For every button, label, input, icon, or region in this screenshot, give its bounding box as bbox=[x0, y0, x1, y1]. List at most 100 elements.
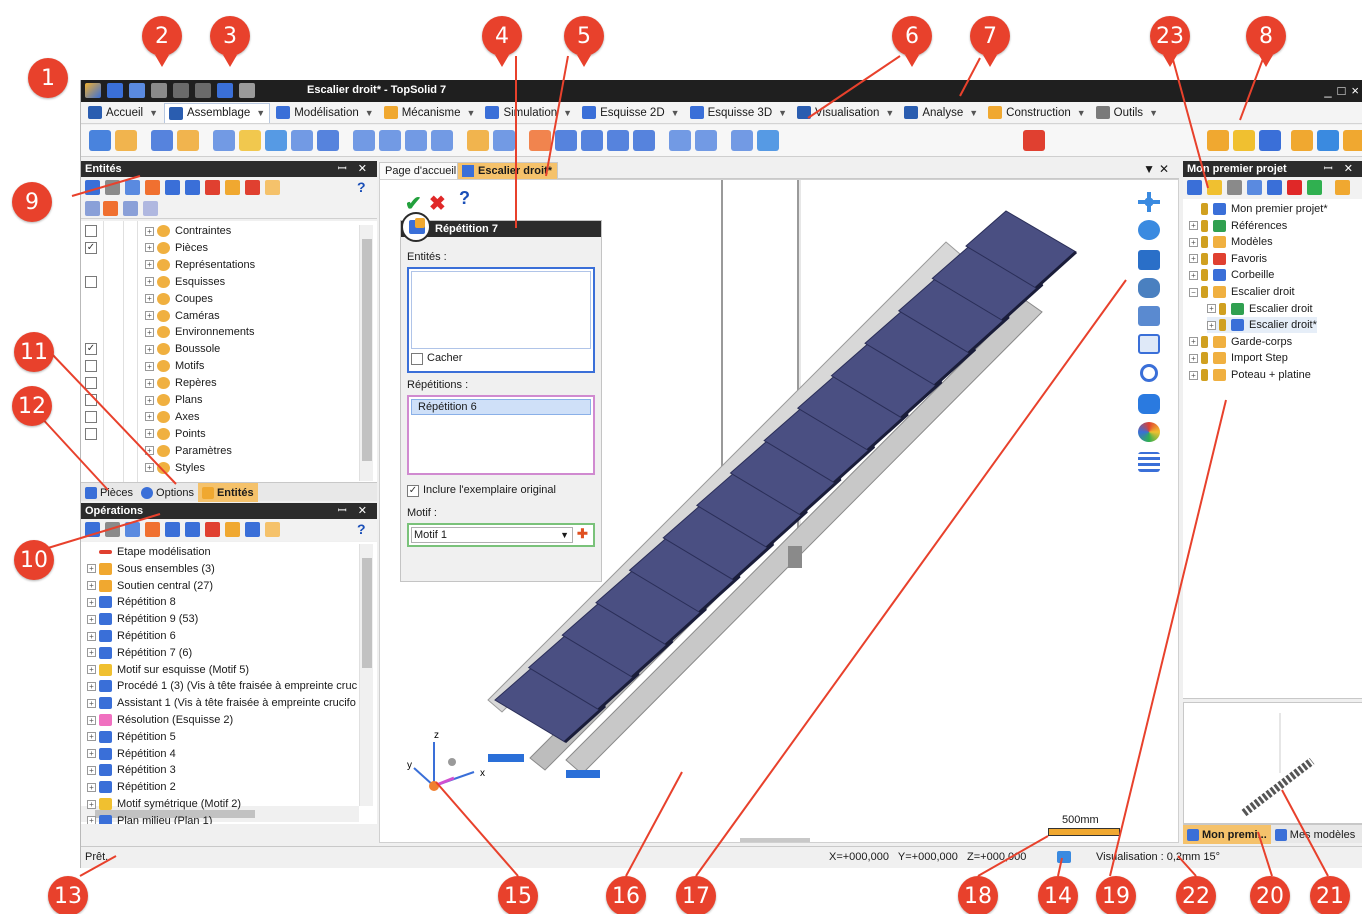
entity-tool-icon[interactable] bbox=[85, 180, 100, 195]
ribbon-tab-dropdown-icon[interactable]: ▼ bbox=[467, 108, 476, 118]
toolbar-tool-icon[interactable] bbox=[695, 130, 717, 151]
project-tree-item[interactable]: + Poteau + platine bbox=[1189, 367, 1311, 383]
entity-tool-icon[interactable] bbox=[265, 180, 280, 195]
expand-icon[interactable]: + bbox=[145, 294, 154, 304]
expand-icon[interactable]: + bbox=[87, 564, 96, 574]
proj-tool-icon[interactable] bbox=[1227, 180, 1242, 195]
entity-tool-icon[interactable] bbox=[185, 180, 200, 195]
toolbar-tool-icon[interactable] bbox=[731, 130, 753, 151]
panel-pin-close[interactable]: ꟷ ✕ bbox=[338, 503, 371, 519]
operation-item[interactable]: + Répétition 2 bbox=[87, 779, 176, 795]
refresh-icon[interactable] bbox=[239, 83, 255, 98]
toolbar-tool-icon[interactable] bbox=[1317, 130, 1339, 151]
columns-icon[interactable] bbox=[143, 201, 158, 216]
op-tool-icon[interactable] bbox=[165, 522, 180, 537]
visibility-checkbox[interactable]: ✓ bbox=[85, 241, 97, 254]
ribbon-tab-dropdown-icon[interactable]: ▼ bbox=[885, 108, 894, 118]
operation-item[interactable]: + Motif symétrique (Motif 2) bbox=[87, 796, 241, 812]
toolbar-tool-icon[interactable] bbox=[581, 130, 603, 151]
panel-pin-close[interactable]: ꟷ ✕ bbox=[338, 161, 371, 177]
expand-icon[interactable]: + bbox=[87, 765, 96, 775]
panel-pin-close[interactable]: ꟷ ✕ bbox=[1324, 161, 1357, 177]
entity-tree-item[interactable]: + Contraintes bbox=[145, 223, 231, 239]
entity-tree-item[interactable]: + Pièces bbox=[145, 240, 208, 256]
toolbar-tool-icon[interactable] bbox=[555, 130, 577, 151]
ribbon-tab-dropdown-icon[interactable]: ▼ bbox=[563, 108, 572, 118]
visibility-checkbox[interactable] bbox=[85, 360, 97, 373]
ribbon-tab-6[interactable]: Esquisse 3D ▼ bbox=[686, 103, 791, 123]
sort-icon[interactable] bbox=[245, 180, 260, 195]
entity-tree-item[interactable]: + Motifs bbox=[145, 358, 204, 374]
ribbon-tab-5[interactable]: Esquisse 2D ▼ bbox=[578, 103, 683, 123]
expand-icon[interactable]: + bbox=[1207, 304, 1216, 314]
layout-icon[interactable] bbox=[1138, 306, 1160, 326]
tab-list-close[interactable]: ▼✕ bbox=[1143, 162, 1173, 176]
minimize-button[interactable]: _ bbox=[1324, 83, 1331, 98]
toolbar-tool-icon[interactable] bbox=[633, 130, 655, 151]
project-tree-item[interactable]: + Garde-corps bbox=[1189, 334, 1292, 350]
ribbon-tab-dropdown-icon[interactable]: ▼ bbox=[1149, 108, 1158, 118]
layer-icon[interactable] bbox=[123, 201, 138, 216]
palette-icon[interactable] bbox=[103, 201, 118, 216]
expand-icon[interactable]: + bbox=[1189, 221, 1198, 231]
entities-selection-box[interactable]: Cacher bbox=[407, 267, 595, 373]
toolbar-tool-icon[interactable] bbox=[669, 130, 691, 151]
rotate-icon[interactable] bbox=[1138, 220, 1160, 240]
entity-tree-item[interactable]: + Coupes bbox=[145, 291, 213, 307]
expand-icon[interactable]: + bbox=[1189, 370, 1198, 380]
op-tool-icon[interactable] bbox=[125, 522, 140, 537]
pen-icon[interactable] bbox=[217, 83, 233, 98]
expand-icon[interactable]: + bbox=[87, 648, 96, 658]
tab-mon-premier-projet[interactable]: Mon premi... bbox=[1183, 825, 1271, 844]
project-tree-item[interactable]: + Escalier droit* bbox=[1207, 317, 1317, 334]
expand-icon[interactable]: + bbox=[87, 698, 96, 708]
expand-icon[interactable] bbox=[1189, 204, 1198, 214]
ribbon-tab-dropdown-icon[interactable]: ▼ bbox=[671, 108, 680, 118]
project-tree-item[interactable]: + Escalier droit bbox=[1207, 301, 1313, 317]
expand-icon[interactable]: + bbox=[145, 344, 154, 354]
toolbar-tool-icon[interactable] bbox=[493, 130, 515, 151]
entity-tree-item[interactable]: + Plans bbox=[145, 392, 203, 408]
ribbon-tab-10[interactable]: Outils ▼ bbox=[1092, 103, 1162, 123]
ribbon-tab-dropdown-icon[interactable]: ▼ bbox=[1077, 108, 1086, 118]
toolbar-tool-icon[interactable] bbox=[177, 130, 199, 151]
toolbar-tool-icon[interactable] bbox=[529, 130, 551, 151]
entity-tree-item[interactable]: + Représentations bbox=[145, 257, 255, 273]
op-tool-icon[interactable] bbox=[265, 522, 280, 537]
visibility-checkbox[interactable] bbox=[85, 410, 97, 423]
ribbon-tab-dropdown-icon[interactable]: ▼ bbox=[969, 108, 978, 118]
entity-tree-item[interactable]: + Axes bbox=[145, 409, 199, 425]
proj-tool-icon[interactable] bbox=[1307, 180, 1322, 195]
ribbon-tab-0[interactable]: Accueil ▼ bbox=[84, 103, 162, 123]
ribbon-tab-4[interactable]: Simulation ▼ bbox=[481, 103, 576, 123]
project-tree-item[interactable]: − Escalier droit bbox=[1189, 284, 1295, 300]
toolbar-tool-icon[interactable] bbox=[115, 130, 137, 151]
entity-tree-item[interactable]: + Environnements bbox=[145, 324, 255, 340]
toolbar-tool-icon[interactable] bbox=[757, 130, 779, 151]
op-tool-icon[interactable] bbox=[105, 522, 120, 537]
include-original-checkbox[interactable]: ✓ bbox=[407, 485, 419, 497]
toolbar-tool-icon[interactable] bbox=[467, 130, 489, 151]
zoom-window-icon[interactable] bbox=[1138, 334, 1160, 354]
palette-icon[interactable] bbox=[1138, 422, 1160, 442]
expand-icon[interactable]: + bbox=[145, 243, 154, 253]
entity-tool-icon[interactable] bbox=[165, 180, 180, 195]
operation-item[interactable]: + Répétition 7 (6) bbox=[87, 645, 192, 661]
operation-item[interactable]: + Répétition 8 bbox=[87, 594, 176, 610]
glasses-icon[interactable] bbox=[1138, 278, 1160, 298]
operation-item[interactable]: Etape modélisation bbox=[87, 544, 211, 560]
show-icon[interactable] bbox=[85, 201, 100, 216]
expand-icon[interactable]: + bbox=[87, 681, 96, 691]
repetitions-list[interactable]: Répétition 6 bbox=[407, 395, 595, 475]
op-tool-icon[interactable] bbox=[245, 522, 260, 537]
ribbon-tab-dropdown-icon[interactable]: ▼ bbox=[149, 108, 158, 118]
operation-item[interactable]: + Répétition 5 bbox=[87, 729, 176, 745]
cancel-button[interactable]: ✖ bbox=[429, 191, 446, 216]
entity-tree-item[interactable]: + Caméras bbox=[145, 308, 220, 324]
project-tree-item[interactable]: + Références bbox=[1189, 218, 1287, 234]
entity-tool-icon[interactable] bbox=[205, 180, 220, 195]
expand-icon[interactable]: + bbox=[1189, 270, 1198, 280]
zoom-icon[interactable] bbox=[1140, 364, 1158, 382]
expand-icon[interactable]: + bbox=[145, 277, 154, 287]
proj-tool-icon[interactable] bbox=[1187, 180, 1202, 195]
